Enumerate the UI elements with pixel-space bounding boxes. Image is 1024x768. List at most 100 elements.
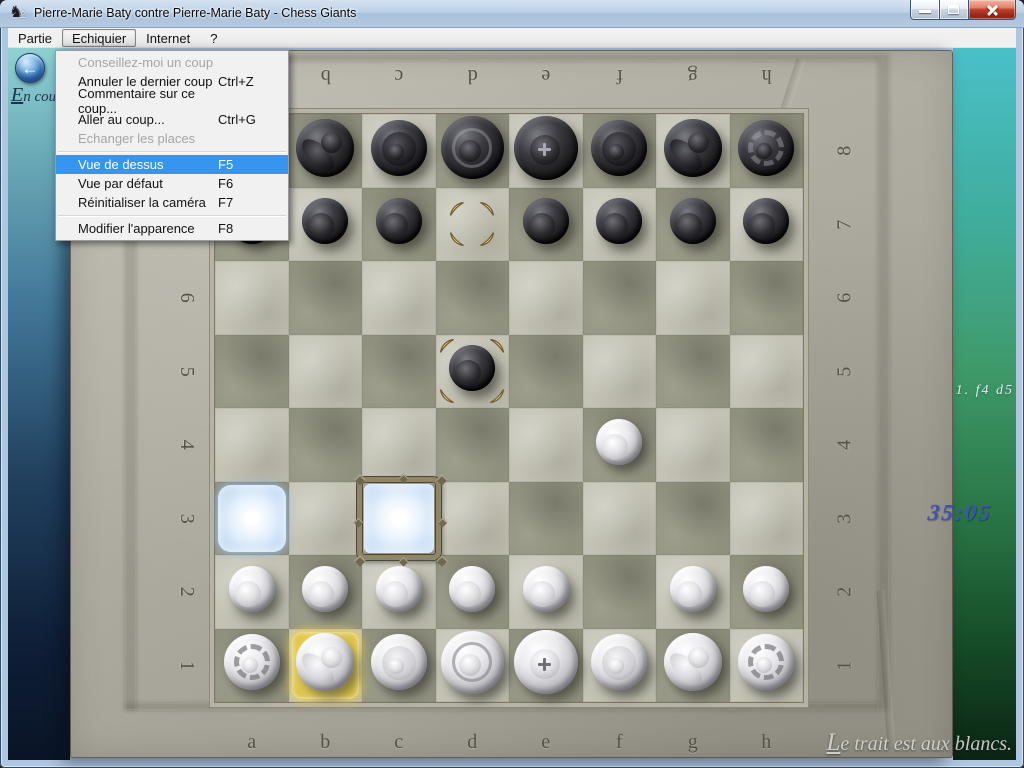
close-button[interactable] bbox=[969, 0, 1016, 20]
menu-item-shortcut: F6 bbox=[218, 176, 276, 191]
menubar-item-partie[interactable]: Partie bbox=[8, 29, 62, 47]
square-d3[interactable] bbox=[436, 482, 510, 556]
piece-black-knight-b8[interactable] bbox=[296, 119, 354, 177]
menu-item-vue-de-dessus[interactable]: Vue de dessusF5 bbox=[56, 155, 288, 174]
chess-pieces-icon: ♞♙ bbox=[10, 5, 28, 23]
square-e3[interactable] bbox=[509, 482, 583, 556]
square-b3[interactable] bbox=[289, 482, 363, 556]
menubar-item-item[interactable]: ? bbox=[200, 29, 227, 47]
rank-label-left-4: 4 bbox=[149, 427, 223, 463]
piece-black-rook-h8[interactable] bbox=[738, 120, 794, 176]
piece-white-bishop-c1[interactable] bbox=[371, 634, 427, 690]
square-c4[interactable] bbox=[362, 408, 436, 482]
window-title: Pierre-Marie Baty contre Pierre-Marie Ba… bbox=[34, 0, 356, 28]
menubar-item-internet[interactable]: Internet bbox=[136, 29, 200, 47]
piece-white-king-e1[interactable] bbox=[514, 630, 578, 694]
square-f5[interactable] bbox=[583, 335, 657, 409]
square-c6[interactable] bbox=[362, 261, 436, 335]
piece-white-pawn-c2[interactable] bbox=[376, 566, 422, 612]
menu-item-vue-par-defaut[interactable]: Vue par défautF6 bbox=[56, 174, 288, 193]
file-label-top-d: d bbox=[436, 58, 510, 94]
square-c5[interactable] bbox=[362, 335, 436, 409]
square-a6[interactable] bbox=[215, 261, 289, 335]
menu-item-reinitialiser-la-camera[interactable]: Réinitialiser la caméra F7 bbox=[56, 193, 288, 212]
back-arrow-icon: ← bbox=[22, 59, 39, 78]
gold-corner-marker bbox=[449, 231, 465, 247]
square-f2[interactable] bbox=[583, 555, 657, 629]
menubar-item-echiquier[interactable]: Echiquier bbox=[62, 29, 136, 47]
piece-black-pawn-f7[interactable] bbox=[596, 198, 642, 244]
file-label-top-c: c bbox=[362, 58, 436, 94]
square-b5[interactable] bbox=[289, 335, 363, 409]
move-target-highlight bbox=[218, 485, 286, 553]
frame-groove-bottom bbox=[125, 703, 878, 710]
piece-black-bishop-c8[interactable] bbox=[371, 120, 427, 176]
piece-white-pawn-a2[interactable] bbox=[229, 566, 275, 612]
square-h5[interactable] bbox=[730, 335, 804, 409]
file-label-top-g: g bbox=[656, 58, 730, 94]
square-g3[interactable] bbox=[656, 482, 730, 556]
square-a5[interactable] bbox=[215, 335, 289, 409]
file-label-top-f: f bbox=[583, 58, 657, 94]
square-h6[interactable] bbox=[730, 261, 804, 335]
window-controls bbox=[910, 0, 1016, 20]
menu-item-shortcut: F7 bbox=[218, 195, 276, 210]
square-g6[interactable] bbox=[656, 261, 730, 335]
piece-black-pawn-e7[interactable] bbox=[523, 198, 569, 244]
title-bar[interactable]: ♞♙ Pierre-Marie Baty contre Pierre-Marie… bbox=[0, 0, 1024, 28]
gold-corner-marker bbox=[489, 388, 505, 404]
piece-white-pawn-f4[interactable] bbox=[596, 419, 642, 465]
piece-white-pawn-h2[interactable] bbox=[743, 566, 789, 612]
menu-item-commentaire-sur-ce-coup[interactable]: Commentaire sur ce coup... bbox=[56, 91, 288, 110]
gold-corner-marker bbox=[489, 338, 505, 354]
piece-white-pawn-b2[interactable] bbox=[302, 566, 348, 612]
menu-item-modifier-l-apparence[interactable]: Modifier l'apparenceF8 bbox=[56, 219, 288, 238]
piece-white-rook-a1[interactable] bbox=[224, 634, 280, 690]
piece-black-queen-d8[interactable] bbox=[441, 116, 504, 179]
menu-item-shortcut: Ctrl+Z bbox=[218, 74, 276, 89]
gold-corner-marker bbox=[479, 201, 495, 217]
piece-black-pawn-g7[interactable] bbox=[670, 198, 716, 244]
piece-black-bishop-f8[interactable] bbox=[591, 120, 647, 176]
square-f3[interactable] bbox=[583, 482, 657, 556]
square-b4[interactable] bbox=[289, 408, 363, 482]
piece-white-pawn-d2[interactable] bbox=[449, 566, 495, 612]
square-a4[interactable] bbox=[215, 408, 289, 482]
minimize-button[interactable] bbox=[910, 0, 940, 20]
file-label-top-e: e bbox=[509, 58, 583, 94]
file-label-bottom-b: b bbox=[289, 724, 363, 760]
square-h4[interactable] bbox=[730, 408, 804, 482]
piece-black-pawn-b7[interactable] bbox=[302, 198, 348, 244]
piece-white-pawn-e2[interactable] bbox=[523, 566, 569, 612]
maximize-button[interactable] bbox=[940, 0, 969, 20]
piece-white-queen-d1[interactable] bbox=[441, 631, 504, 694]
piece-white-bishop-f1[interactable] bbox=[591, 634, 647, 690]
piece-black-pawn-c7[interactable] bbox=[376, 198, 422, 244]
square-g5[interactable] bbox=[656, 335, 730, 409]
file-label-bottom-c: c bbox=[362, 724, 436, 760]
file-label-bottom-g: g bbox=[656, 724, 730, 760]
gold-corner-marker bbox=[479, 231, 495, 247]
back-button[interactable]: ← bbox=[15, 53, 45, 83]
square-d4[interactable] bbox=[436, 408, 510, 482]
square-g4[interactable] bbox=[656, 408, 730, 482]
square-e4[interactable] bbox=[509, 408, 583, 482]
last-move-from-marker bbox=[449, 201, 495, 247]
square-f6[interactable] bbox=[583, 261, 657, 335]
square-e6[interactable] bbox=[509, 261, 583, 335]
menu-bar: PartieEchiquierInternet? bbox=[8, 28, 1016, 48]
menu-item-label: Aller au coup... bbox=[78, 112, 165, 127]
piece-black-pawn-h7[interactable] bbox=[743, 198, 789, 244]
square-d6[interactable] bbox=[436, 261, 510, 335]
piece-white-rook-h1[interactable] bbox=[738, 634, 794, 690]
square-e5[interactable] bbox=[509, 335, 583, 409]
piece-white-pawn-g2[interactable] bbox=[670, 566, 716, 612]
piece-black-knight-g8[interactable] bbox=[664, 119, 722, 177]
square-b6[interactable] bbox=[289, 261, 363, 335]
piece-white-knight-g1[interactable] bbox=[664, 633, 722, 691]
menu-item-label: Réinitialiser la caméra bbox=[78, 195, 206, 210]
echiquier-menu-popup: Conseillez-moi un coupAnnuler le dernier… bbox=[55, 50, 289, 241]
piece-black-king-e8[interactable] bbox=[514, 116, 578, 180]
square-h3[interactable] bbox=[730, 482, 804, 556]
piece-white-knight-b1[interactable] bbox=[296, 633, 354, 691]
